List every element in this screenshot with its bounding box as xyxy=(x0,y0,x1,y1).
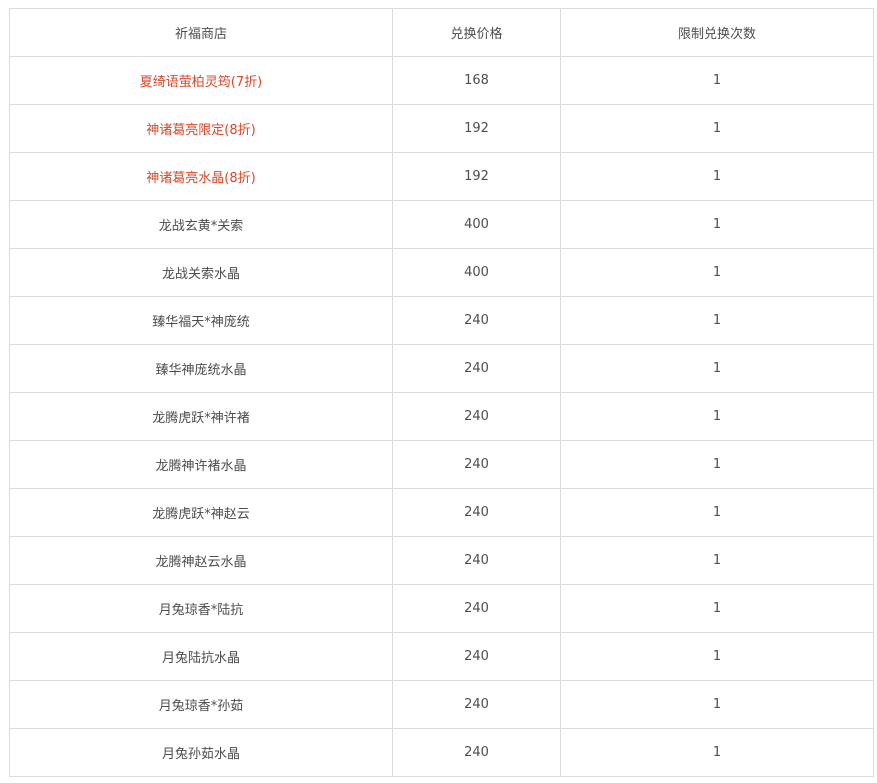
limit-cell: 1 xyxy=(560,56,874,105)
table-row: 月兔琼香*孙茹 240 1 xyxy=(9,680,874,729)
limit-cell: 1 xyxy=(560,536,874,585)
header-price: 兑换价格 xyxy=(392,8,561,57)
header-limit: 限制兑换次数 xyxy=(560,8,874,57)
item-name-cell: 臻华神庞统水晶 xyxy=(9,344,393,393)
item-name-cell: 神诸葛亮限定(8折) xyxy=(9,104,393,153)
item-name-cell: 月兔孙茹水晶 xyxy=(9,728,393,777)
table-row: 月兔琼香*陆抗 240 1 xyxy=(9,584,874,633)
price-cell: 400 xyxy=(392,248,561,297)
price-cell: 240 xyxy=(392,392,561,441)
price-cell: 400 xyxy=(392,200,561,249)
table-row: 龙腾虎跃*神许褚 240 1 xyxy=(9,392,874,441)
table-body: 夏绮语萤柏灵筠(7折) 168 1 神诸葛亮限定(8折) 192 1 神诸葛亮水晶(8折) 1… xyxy=(9,56,874,777)
price-cell: 240 xyxy=(392,584,561,633)
table-row: 夏绮语萤柏灵筠(7折) 168 1 xyxy=(9,56,874,105)
limit-cell: 1 xyxy=(560,248,874,297)
table-row: 臻华福天*神庞统 240 1 xyxy=(9,296,874,345)
exchange-table: 祈福商店 兑换价格 限制兑换次数 夏绮语萤柏灵筠(7折) 168 1 神诸葛亮限定(8… xyxy=(9,8,874,777)
price-cell: 192 xyxy=(392,152,561,201)
item-name-cell: 月兔陆抗水晶 xyxy=(9,632,393,681)
limit-cell: 1 xyxy=(560,488,874,537)
limit-cell: 1 xyxy=(560,296,874,345)
price-cell: 192 xyxy=(392,104,561,153)
item-name-cell: 夏绮语萤柏灵筠(7折) xyxy=(9,56,393,105)
table-row: 龙战玄黄*关索 400 1 xyxy=(9,200,874,249)
table-row: 龙腾神许褚水晶 240 1 xyxy=(9,440,874,489)
limit-cell: 1 xyxy=(560,584,874,633)
item-name-cell: 龙腾神赵云水晶 xyxy=(9,536,393,585)
price-cell: 240 xyxy=(392,728,561,777)
table-row: 龙腾神赵云水晶 240 1 xyxy=(9,536,874,585)
price-cell: 240 xyxy=(392,680,561,729)
item-name-cell: 龙战玄黄*关索 xyxy=(9,200,393,249)
table-row: 神诸葛亮限定(8折) 192 1 xyxy=(9,104,874,153)
item-name-cell: 龙战关索水晶 xyxy=(9,248,393,297)
price-cell: 240 xyxy=(392,344,561,393)
table-row: 月兔孙茹水晶 240 1 xyxy=(9,728,874,777)
limit-cell: 1 xyxy=(560,632,874,681)
item-name-cell: 月兔琼香*陆抗 xyxy=(9,584,393,633)
item-name-cell: 臻华福天*神庞统 xyxy=(9,296,393,345)
table-row: 龙战关索水晶 400 1 xyxy=(9,248,874,297)
item-name-cell: 龙腾虎跃*神赵云 xyxy=(9,488,393,537)
price-cell: 240 xyxy=(392,488,561,537)
page: 祈福商店 兑换价格 限制兑换次数 夏绮语萤柏灵筠(7折) 168 1 神诸葛亮限定(8… xyxy=(0,0,877,783)
table-row: 龙腾虎跃*神赵云 240 1 xyxy=(9,488,874,537)
limit-cell: 1 xyxy=(560,728,874,777)
limit-cell: 1 xyxy=(560,440,874,489)
header-row: 祈福商店 兑换价格 限制兑换次数 xyxy=(9,8,874,57)
limit-cell: 1 xyxy=(560,344,874,393)
item-name-cell: 龙腾虎跃*神许褚 xyxy=(9,392,393,441)
limit-cell: 1 xyxy=(560,200,874,249)
table-row: 月兔陆抗水晶 240 1 xyxy=(9,632,874,681)
price-cell: 168 xyxy=(392,56,561,105)
price-cell: 240 xyxy=(392,296,561,345)
table-header: 祈福商店 兑换价格 限制兑换次数 xyxy=(9,8,874,57)
table-row: 臻华神庞统水晶 240 1 xyxy=(9,344,874,393)
limit-cell: 1 xyxy=(560,152,874,201)
price-cell: 240 xyxy=(392,536,561,585)
item-name-cell: 神诸葛亮水晶(8折) xyxy=(9,152,393,201)
price-cell: 240 xyxy=(392,440,561,489)
limit-cell: 1 xyxy=(560,680,874,729)
limit-cell: 1 xyxy=(560,392,874,441)
item-name-cell: 龙腾神许褚水晶 xyxy=(9,440,393,489)
item-name-cell: 月兔琼香*孙茹 xyxy=(9,680,393,729)
price-cell: 240 xyxy=(392,632,561,681)
limit-cell: 1 xyxy=(560,104,874,153)
table-row: 神诸葛亮水晶(8折) 192 1 xyxy=(9,152,874,201)
header-shop: 祈福商店 xyxy=(9,8,393,57)
